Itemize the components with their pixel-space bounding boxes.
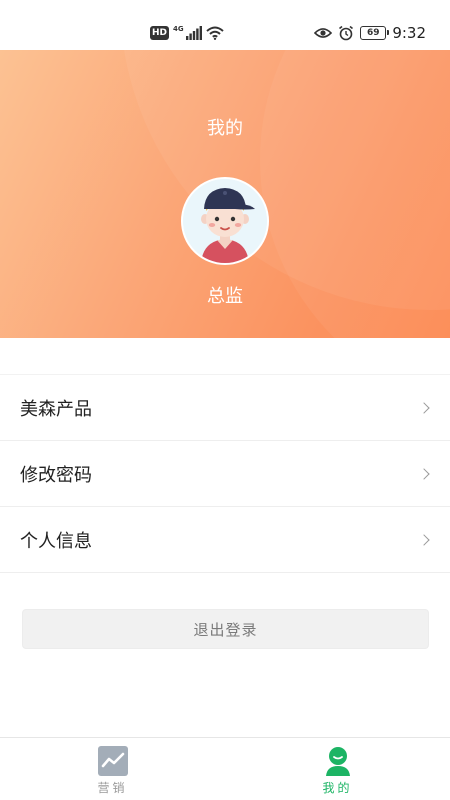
wifi-icon	[205, 26, 224, 40]
settings-menu: 美森产品 修改密码 个人信息	[0, 374, 450, 573]
battery-icon: 69	[360, 26, 390, 40]
chevron-right-icon	[418, 533, 430, 546]
section-spacer	[0, 338, 450, 374]
page-title: 我的	[207, 118, 243, 139]
logout-label: 退出登录	[193, 620, 258, 639]
battery-level: 69	[367, 28, 380, 38]
network-type-label: 4G	[173, 25, 184, 33]
person-icon	[325, 747, 350, 776]
user-avatar-icon	[183, 179, 267, 263]
status-bar: HD 4G 69 9:32	[0, 0, 450, 50]
user-name: 总监	[207, 286, 243, 307]
logout-button[interactable]: 退出登录	[22, 609, 429, 649]
menu-item-change-password[interactable]: 修改密码	[0, 441, 450, 507]
status-left-group: HD 4G	[150, 22, 224, 44]
bottom-tab-bar: 营销 我的	[0, 737, 450, 800]
menu-item-label: 美森产品	[20, 398, 92, 420]
menu-item-label: 个人信息	[20, 530, 92, 552]
chevron-right-icon	[418, 467, 430, 480]
tab-label: 营销	[97, 781, 128, 795]
tab-mine[interactable]: 我的	[225, 738, 450, 800]
menu-item-products[interactable]: 美森产品	[0, 375, 450, 441]
avatar[interactable]	[181, 177, 269, 265]
profile-screen: HD 4G 69 9:32 我的 总监 美森产品 修改密码 个人信息 退出登录 …	[0, 0, 450, 800]
status-time: 9:32	[392, 24, 426, 42]
tab-marketing[interactable]: 营销	[0, 738, 225, 800]
eye-icon	[314, 28, 333, 38]
profile-header: 我的 总监	[0, 50, 450, 338]
hd-icon: HD	[150, 26, 170, 40]
alarm-icon	[339, 25, 354, 41]
menu-item-label: 修改密码	[20, 464, 92, 486]
menu-item-personal-info[interactable]: 个人信息	[0, 507, 450, 573]
chart-trend-icon	[97, 746, 128, 776]
tab-label: 我的	[322, 781, 353, 795]
chevron-right-icon	[418, 401, 430, 414]
status-right-group: 69 9:32	[314, 22, 426, 44]
signal-icon	[185, 26, 202, 40]
